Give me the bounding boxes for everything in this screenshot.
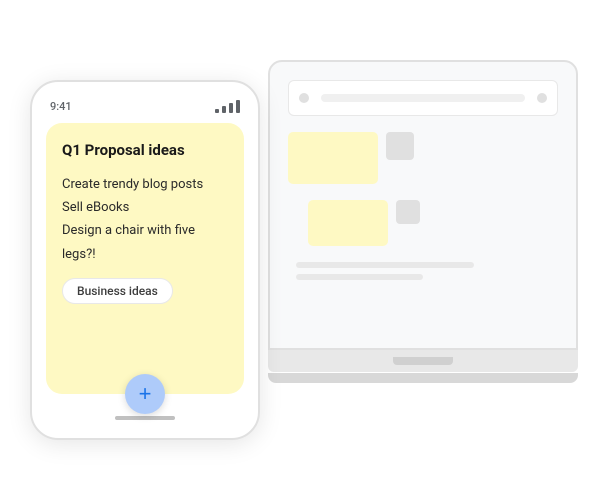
note-item-2: Sell eBooks	[62, 196, 228, 219]
laptop-screen	[268, 60, 578, 350]
note-title: Q1 Proposal ideas	[62, 141, 228, 161]
laptop-gray-1	[386, 132, 414, 160]
laptop-toolbar-bar-fill	[321, 94, 525, 102]
laptop-line-2	[296, 274, 423, 280]
laptop-toolbar-bar	[288, 80, 558, 116]
phone-home-bar	[115, 416, 175, 420]
laptop-yellow-2	[308, 200, 388, 246]
laptop-row-2	[288, 200, 558, 246]
phone: 9:41 Q1 Proposal ideas Create trendy blo…	[30, 80, 260, 440]
phone-signal	[215, 100, 240, 113]
note-item-1: Create trendy blog posts	[62, 173, 228, 196]
laptop-foot	[268, 373, 578, 383]
laptop-line-1	[296, 262, 474, 268]
note-tag: Business ideas	[62, 278, 173, 304]
laptop-toolbar-circle2	[537, 93, 547, 103]
laptop-base	[268, 350, 578, 372]
fab-button[interactable]: +	[125, 374, 165, 414]
laptop-lines	[288, 262, 558, 280]
laptop-row-1	[288, 132, 558, 184]
laptop-notch	[393, 357, 453, 365]
laptop-yellow-1	[288, 132, 378, 184]
note-card: Q1 Proposal ideas Create trendy blog pos…	[46, 123, 244, 394]
note-item-3: Design a chair with five legs?!	[62, 219, 228, 266]
scene: 9:41 Q1 Proposal ideas Create trendy blo…	[0, 0, 608, 500]
phone-time: 9:41	[50, 100, 72, 113]
laptop-toolbar-circle	[299, 93, 309, 103]
laptop	[268, 60, 578, 390]
laptop-gray-2	[396, 200, 420, 224]
phone-status-bar: 9:41	[46, 100, 244, 113]
